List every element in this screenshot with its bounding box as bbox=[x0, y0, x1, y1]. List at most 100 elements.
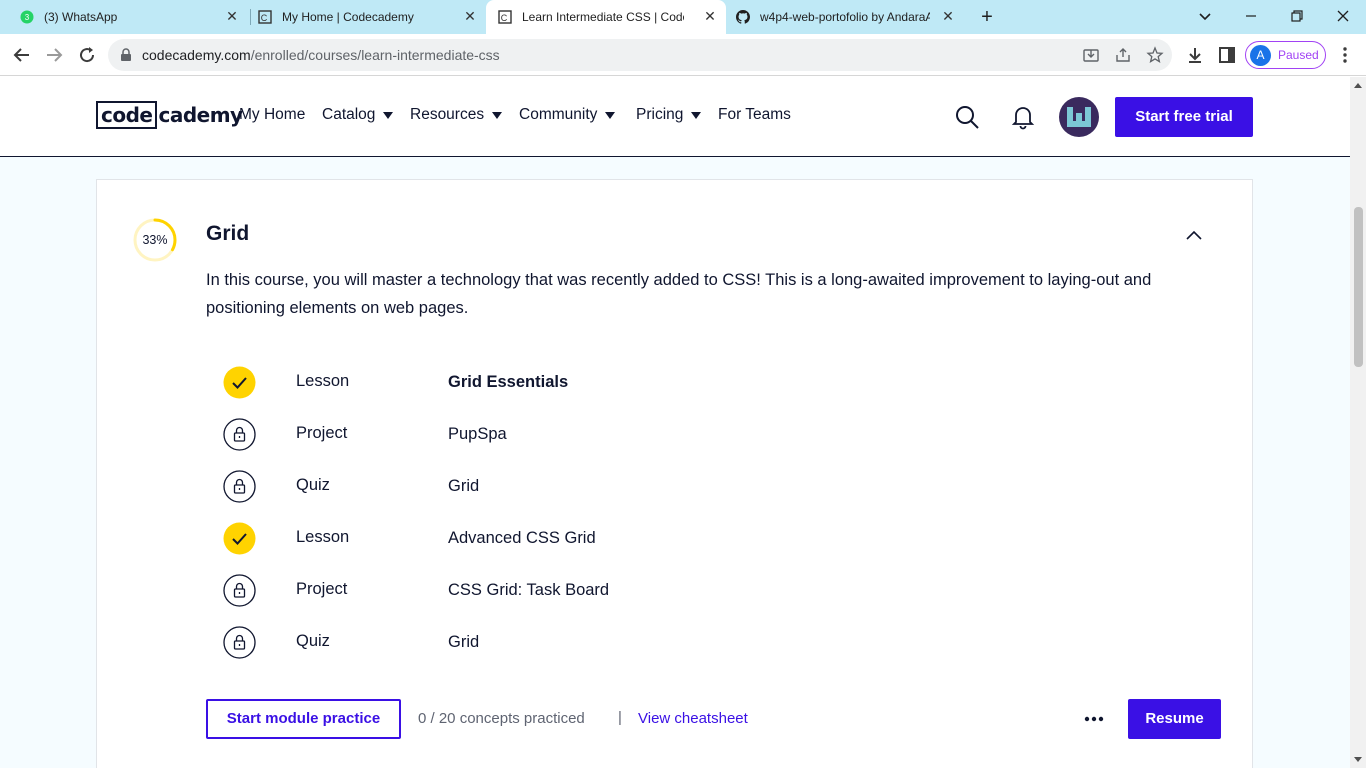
scrollbar-thumb[interactable] bbox=[1354, 207, 1363, 367]
nav-label: Resources bbox=[410, 106, 485, 123]
nav-my-home[interactable]: My Home bbox=[239, 106, 305, 124]
lock-circle-icon bbox=[223, 470, 256, 503]
caret-down-icon bbox=[691, 111, 702, 119]
profile-avatar: A bbox=[1250, 45, 1271, 66]
item-name[interactable]: Grid bbox=[448, 477, 479, 496]
resume-button[interactable]: Resume bbox=[1128, 699, 1221, 739]
search-icon[interactable] bbox=[954, 104, 980, 130]
item-type: Quiz bbox=[296, 476, 330, 494]
caret-down-icon bbox=[605, 111, 616, 119]
close-tab-icon[interactable]: ✕ bbox=[462, 8, 478, 24]
nav-for-teams[interactable]: For Teams bbox=[718, 106, 791, 124]
list-item[interactable]: Project CSS Grid: Task Board bbox=[223, 572, 823, 608]
nav-label: For Teams bbox=[718, 106, 791, 123]
browser-tab-title: Learn Intermediate CSS | Codecademy bbox=[522, 10, 684, 24]
svg-text:C: C bbox=[501, 13, 508, 23]
reload-icon[interactable] bbox=[75, 43, 99, 67]
side-panel-icon[interactable] bbox=[1217, 45, 1237, 65]
start-module-practice-button[interactable]: Start module practice bbox=[206, 699, 401, 739]
scroll-down-arrow-icon[interactable] bbox=[1354, 757, 1362, 762]
start-free-trial-button[interactable]: Start free trial bbox=[1115, 97, 1253, 137]
item-type: Lesson bbox=[296, 528, 350, 546]
browser-tab-learn-intermediate-css[interactable]: C Learn Intermediate CSS | Codecademy ✕ bbox=[486, 0, 726, 34]
logo-rest-text: cademy bbox=[158, 103, 243, 127]
list-item[interactable]: Lesson Advanced CSS Grid bbox=[223, 520, 823, 556]
module-card: 33% Grid In this course, you will master… bbox=[96, 179, 1253, 768]
url-path: /enrolled/courses/learn-intermediate-css bbox=[250, 47, 500, 63]
item-type: Lesson bbox=[296, 372, 350, 390]
new-tab-icon[interactable]: + bbox=[976, 6, 998, 28]
nav-community[interactable]: Community bbox=[519, 106, 616, 124]
nav-label: My Home bbox=[239, 106, 306, 123]
browser-tab-whatsapp[interactable]: 3 (3) WhatsApp ✕ bbox=[0, 0, 250, 34]
item-name[interactable]: Grid bbox=[448, 633, 479, 652]
nav-label: Community bbox=[519, 106, 598, 123]
list-item[interactable]: Quiz Grid bbox=[223, 468, 823, 504]
nav-label: Catalog bbox=[322, 106, 376, 123]
nav-pricing[interactable]: Pricing bbox=[636, 106, 702, 124]
browser-tab-github[interactable]: w4p4-web-portofolio by AndaraAli ✕ bbox=[716, 0, 966, 34]
install-app-icon[interactable] bbox=[1082, 46, 1100, 64]
lock-circle-icon bbox=[223, 418, 256, 451]
close-tab-icon[interactable]: ✕ bbox=[940, 8, 956, 24]
item-name[interactable]: Grid Essentials bbox=[448, 373, 568, 392]
module-title: Grid bbox=[206, 222, 250, 245]
browser-toolbar: codecademy.com/enrolled/courses/learn-in… bbox=[0, 34, 1366, 76]
progress-percent: 33% bbox=[142, 233, 168, 247]
browser-tab-my-home[interactable]: C My Home | Codecademy ✕ bbox=[238, 0, 488, 34]
share-icon[interactable] bbox=[1114, 46, 1132, 64]
lock-icon[interactable] bbox=[120, 48, 132, 62]
site-header: code cademy My Home Catalog Resources Com… bbox=[0, 77, 1350, 157]
browser-tabstrip: 3 (3) WhatsApp ✕ C My Home | Codecademy … bbox=[0, 0, 1366, 34]
more-options-icon[interactable] bbox=[1083, 711, 1105, 727]
download-icon[interactable] bbox=[1185, 45, 1205, 65]
svg-text:3: 3 bbox=[25, 13, 30, 22]
whatsapp-icon: 3 bbox=[20, 10, 34, 24]
view-cheatsheet-link[interactable]: View cheatsheet bbox=[638, 710, 748, 727]
item-type: Project bbox=[296, 424, 348, 442]
item-type: Project bbox=[296, 580, 348, 598]
user-avatar[interactable] bbox=[1059, 97, 1099, 137]
separator: | bbox=[618, 709, 622, 726]
list-item[interactable]: Lesson Grid Essentials bbox=[223, 364, 823, 400]
forward-arrow-icon[interactable] bbox=[42, 43, 66, 67]
list-item[interactable]: Quiz Grid bbox=[223, 624, 823, 660]
lock-circle-icon bbox=[223, 574, 256, 607]
svg-text:C: C bbox=[261, 13, 268, 23]
concepts-practiced: 0 / 20 concepts practiced bbox=[418, 710, 585, 727]
profile-button[interactable]: A Paused bbox=[1245, 41, 1326, 69]
item-name[interactable]: Advanced CSS Grid bbox=[448, 529, 596, 548]
restore-icon[interactable] bbox=[1285, 4, 1309, 28]
item-name[interactable]: PupSpa bbox=[448, 425, 507, 444]
list-item[interactable]: Project PupSpa bbox=[223, 416, 823, 452]
caret-down-icon bbox=[492, 111, 503, 119]
bookmark-star-icon[interactable] bbox=[1146, 46, 1164, 64]
module-description: In this course, you will master a techno… bbox=[206, 271, 1152, 317]
close-window-icon[interactable] bbox=[1331, 4, 1355, 28]
avatar-graphic bbox=[1067, 107, 1091, 127]
check-circle-icon bbox=[223, 522, 256, 555]
logo-boxed-text: code bbox=[96, 101, 158, 129]
check-circle-icon bbox=[223, 366, 256, 399]
item-name[interactable]: CSS Grid: Task Board bbox=[448, 581, 609, 600]
github-icon bbox=[736, 10, 750, 24]
item-type: Quiz bbox=[296, 632, 330, 650]
back-arrow-icon[interactable] bbox=[10, 43, 34, 67]
caret-down-icon bbox=[383, 111, 394, 119]
nav-resources[interactable]: Resources bbox=[410, 106, 503, 124]
browser-menu-icon[interactable] bbox=[1336, 45, 1354, 65]
chevron-up-icon[interactable] bbox=[1183, 224, 1205, 246]
page-scrollbar[interactable] bbox=[1350, 77, 1366, 768]
browser-tab-title: (3) WhatsApp bbox=[44, 10, 118, 24]
nav-catalog[interactable]: Catalog bbox=[322, 106, 394, 124]
scroll-up-arrow-icon[interactable] bbox=[1354, 83, 1362, 88]
address-bar[interactable]: codecademy.com/enrolled/courses/learn-in… bbox=[108, 39, 1172, 71]
minimize-icon[interactable] bbox=[1239, 4, 1263, 28]
module-actions: Start module practice 0 / 20 concepts pr… bbox=[206, 699, 1221, 739]
tab-search-chevron-icon[interactable] bbox=[1193, 4, 1217, 28]
profile-status: Paused bbox=[1278, 48, 1319, 62]
codecademy-logo[interactable]: code cademy bbox=[96, 101, 243, 129]
notification-bell-icon[interactable] bbox=[1010, 104, 1036, 130]
codecademy-icon: C bbox=[258, 10, 272, 24]
browser-tab-title: w4p4-web-portofolio by AndaraAli bbox=[760, 10, 930, 24]
